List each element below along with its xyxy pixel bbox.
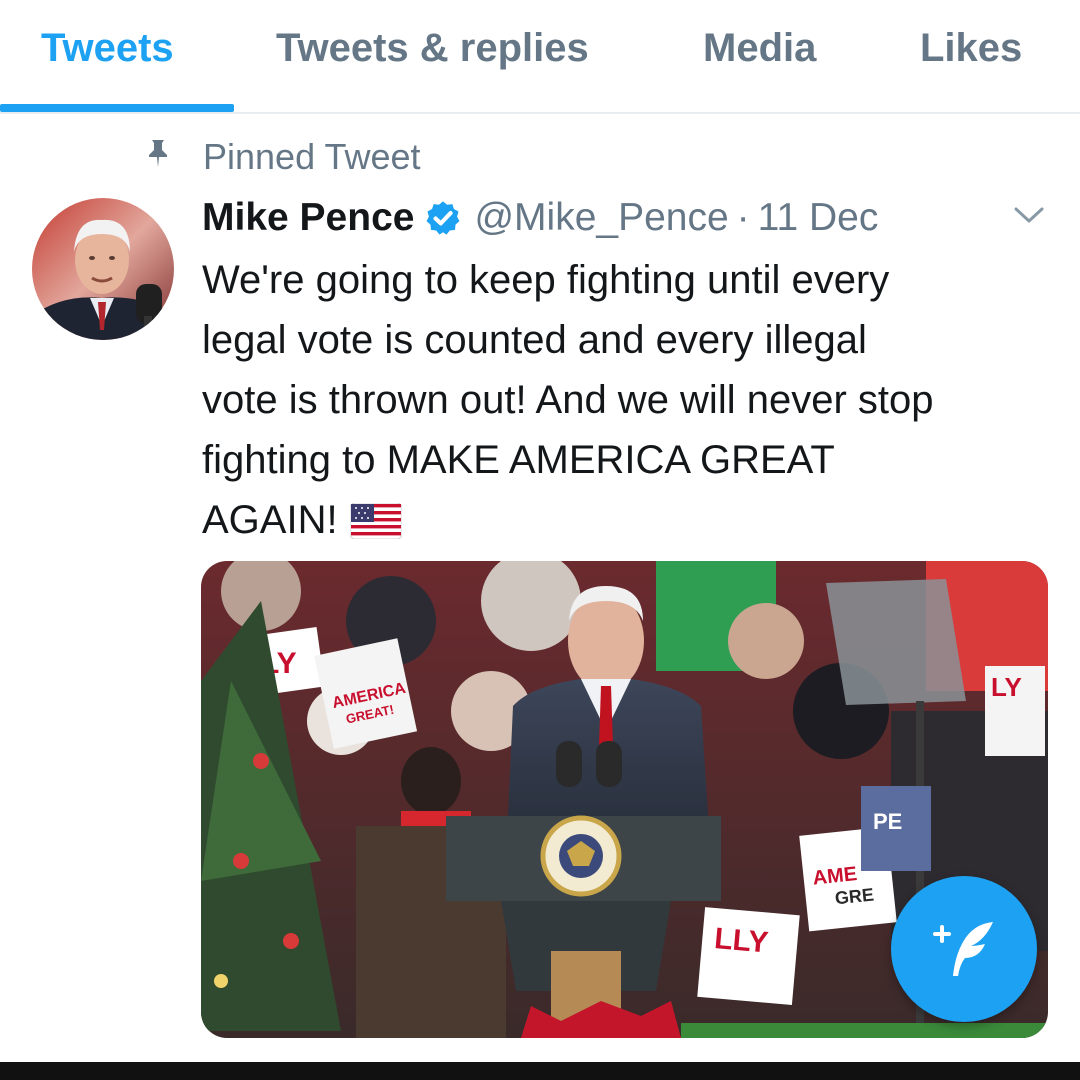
profile-tabs: Tweets Tweets & replies Media Likes xyxy=(0,0,1080,114)
svg-text:AME: AME xyxy=(812,863,859,890)
tweet-text-line: vote is thrown out! And we will never st… xyxy=(202,378,934,422)
pin-icon xyxy=(149,140,167,167)
tweet-header: Mike Pence @Mike_Pence · 11 Dec xyxy=(202,193,878,243)
svg-text:LLY: LLY xyxy=(713,922,770,960)
active-tab-indicator xyxy=(0,104,234,112)
svg-text:PE: PE xyxy=(873,809,902,834)
chevron-down-icon[interactable] xyxy=(1012,202,1046,228)
tab-tweets[interactable]: Tweets xyxy=(41,26,174,71)
compose-tweet-icon xyxy=(933,922,993,976)
separator-dot: · xyxy=(736,196,750,239)
tweet-text-line: fighting to MAKE AMERICA GREAT xyxy=(202,438,835,482)
tab-tweets-and-replies[interactable]: Tweets & replies xyxy=(276,26,589,71)
tab-likes[interactable]: Likes xyxy=(920,26,1022,71)
tweet-text: We're going to keep fighting until every… xyxy=(202,250,1062,550)
tab-media[interactable]: Media xyxy=(703,26,816,71)
pinned-tweet-label: Pinned Tweet xyxy=(203,136,421,177)
avatar[interactable] xyxy=(32,198,174,340)
verified-badge-icon xyxy=(426,201,460,235)
tweet-date[interactable]: 11 Dec xyxy=(758,196,879,240)
tweet-text-line: AGAIN! xyxy=(202,498,338,542)
tweet-text-line: We're going to keep fighting until every xyxy=(202,258,890,302)
us-flag-emoji-icon xyxy=(349,503,402,539)
user-handle[interactable]: @Mike_Pence xyxy=(474,196,728,240)
compose-tweet-button[interactable] xyxy=(891,876,1037,1022)
svg-text:GRE: GRE xyxy=(834,884,875,908)
system-nav-bar xyxy=(0,1062,1080,1080)
svg-text:LY: LY xyxy=(991,672,1022,702)
display-name[interactable]: Mike Pence xyxy=(202,196,414,240)
tweet-text-last-line: AGAIN! xyxy=(202,490,1062,550)
tweet-text-line: legal vote is counted and every illegal xyxy=(202,318,867,362)
